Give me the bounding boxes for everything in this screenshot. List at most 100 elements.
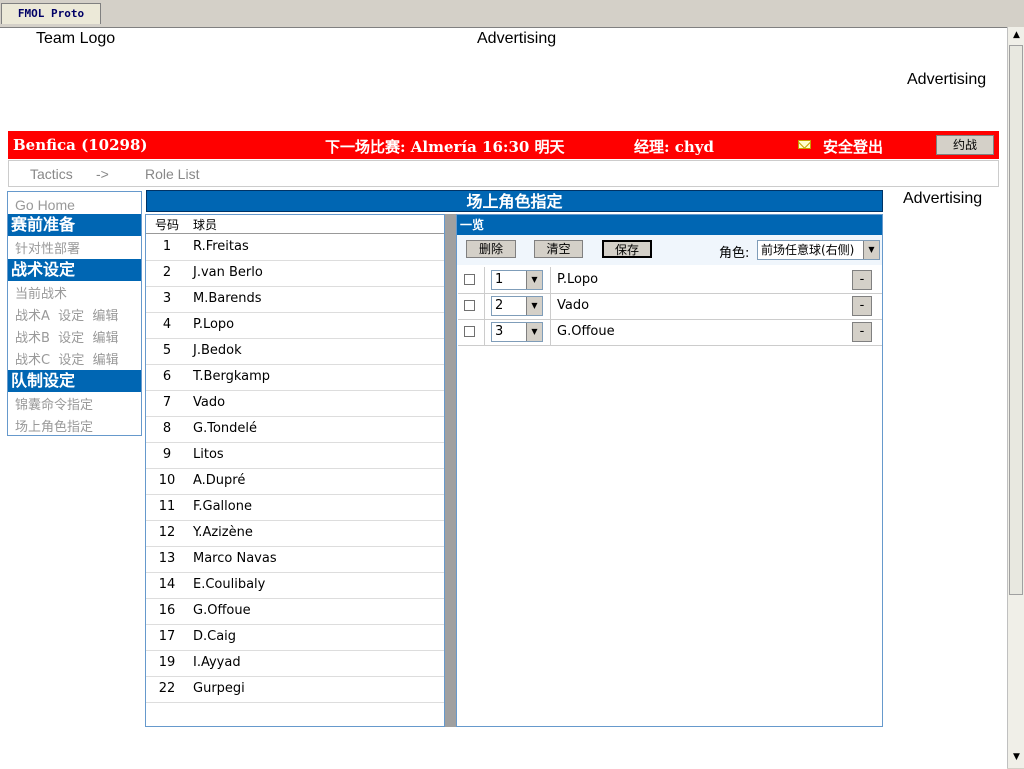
page-scrollbar[interactable]: ▲ ▼ bbox=[1007, 27, 1024, 768]
player-number: 9 bbox=[162, 447, 172, 462]
assignment-checkbox[interactable] bbox=[464, 300, 475, 311]
table-row[interactable]: 12 Y.Azizène bbox=[146, 520, 444, 547]
player-name[interactable]: J.van Berlo bbox=[193, 265, 263, 280]
chevron-down-icon[interactable]: ▼ bbox=[526, 271, 542, 289]
table-row[interactable]: 2 J.van Berlo bbox=[146, 260, 444, 287]
player-name[interactable]: F.Gallone bbox=[193, 499, 252, 514]
scroll-down-icon[interactable]: ▼ bbox=[1008, 749, 1024, 766]
table-row[interactable]: 16 G.Offoue bbox=[146, 598, 444, 625]
challenge-button[interactable]: 约战 bbox=[936, 135, 994, 155]
scroll-up-icon[interactable]: ▲ bbox=[1008, 27, 1024, 44]
player-name[interactable]: G.Tondelé bbox=[193, 421, 257, 436]
assignment-checkbox[interactable] bbox=[464, 326, 475, 337]
advertising-banner-right[interactable]: Advertising bbox=[907, 71, 986, 89]
page-content: Team Logo Advertising Advertising Benfic… bbox=[0, 27, 1007, 769]
remove-button[interactable]: - bbox=[852, 270, 872, 290]
player-name[interactable]: M.Barends bbox=[193, 291, 262, 306]
player-number: 3 bbox=[162, 291, 172, 306]
scrollbar-thumb[interactable] bbox=[1009, 45, 1023, 595]
table-row[interactable]: 5 J.Bedok bbox=[146, 338, 444, 365]
order-select[interactable]: 2 ▼ bbox=[491, 296, 543, 316]
overview-header: 一览 bbox=[457, 215, 882, 235]
assigned-player-name: Vado bbox=[557, 298, 590, 313]
table-row[interactable]: 1 R.Freitas bbox=[146, 234, 444, 261]
breadcrumb-role-list[interactable]: Role List bbox=[145, 166, 199, 182]
table-row[interactable]: 14 E.Coulibaly bbox=[146, 572, 444, 599]
player-name[interactable]: D.Caig bbox=[193, 629, 236, 644]
table-row[interactable]: 10 A.Dupré bbox=[146, 468, 444, 495]
breadcrumb-tactics[interactable]: Tactics bbox=[30, 166, 73, 182]
sidebar-item-tactic-a[interactable]: 战术A 设定 编辑 bbox=[15, 305, 118, 324]
sidebar-item-instructions[interactable]: 锦囊命令指定 bbox=[15, 394, 93, 413]
next-match-info[interactable]: 下一场比赛: Almería 16:30 明天 bbox=[325, 136, 565, 157]
player-number: 8 bbox=[162, 421, 172, 436]
order-select[interactable]: 3 ▼ bbox=[491, 322, 543, 342]
sidebar-item-roles[interactable]: 场上角色指定 bbox=[15, 416, 93, 435]
table-row[interactable]: 4 P.Lopo bbox=[146, 312, 444, 339]
sidebar-item-tactic-c[interactable]: 战术C 设定 编辑 bbox=[15, 349, 119, 368]
team-name[interactable]: Benfica (10298) bbox=[13, 136, 148, 154]
player-name[interactable]: T.Bergkamp bbox=[193, 369, 270, 384]
order-value: 1 bbox=[495, 272, 504, 287]
order-value: 2 bbox=[495, 298, 504, 313]
player-number: 11 bbox=[158, 499, 176, 514]
sidebar-item-tactic-b[interactable]: 战术B 设定 编辑 bbox=[15, 327, 118, 346]
role-select-value: 前场任意球(右侧) bbox=[761, 243, 855, 257]
role-select[interactable]: 前场任意球(右侧) ▼ bbox=[757, 240, 880, 260]
table-row[interactable]: 19 I.Ayyad bbox=[146, 650, 444, 677]
table-row[interactable]: 22 Gurpegi bbox=[146, 676, 444, 703]
logout-link[interactable]: 安全登出 bbox=[823, 136, 883, 157]
advertising-side[interactable]: Advertising bbox=[903, 190, 982, 208]
player-name[interactable]: I.Ayyad bbox=[193, 655, 241, 670]
player-name[interactable]: R.Freitas bbox=[193, 239, 249, 254]
table-row[interactable]: 8 G.Tondelé bbox=[146, 416, 444, 443]
assignment-checkbox[interactable] bbox=[464, 274, 475, 285]
sidebar-item-current-tactic[interactable]: 当前战术 bbox=[15, 283, 67, 302]
sidebar-section-squad: 队制设定 bbox=[8, 370, 141, 392]
divider bbox=[550, 319, 551, 345]
browser-tab[interactable]: FMOL Proto bbox=[1, 3, 101, 24]
mail-icon[interactable] bbox=[798, 140, 811, 149]
divider bbox=[550, 293, 551, 319]
table-row[interactable]: 7 Vado bbox=[146, 390, 444, 417]
player-number: 22 bbox=[158, 681, 176, 696]
order-select[interactable]: 1 ▼ bbox=[491, 270, 543, 290]
remove-button[interactable]: - bbox=[852, 322, 872, 342]
assignment-row: 1 ▼ P.Lopo - bbox=[458, 267, 882, 294]
player-name[interactable]: Litos bbox=[193, 447, 224, 462]
table-row[interactable]: 17 D.Caig bbox=[146, 624, 444, 651]
chevron-down-icon[interactable]: ▼ bbox=[863, 241, 879, 259]
table-row[interactable]: 11 F.Gallone bbox=[146, 494, 444, 521]
column-player: 球员 bbox=[193, 218, 218, 232]
player-number: 19 bbox=[158, 655, 176, 670]
assignment-row: 3 ▼ G.Offoue - bbox=[458, 319, 882, 346]
sidebar-go-home[interactable]: Go Home bbox=[15, 197, 75, 213]
delete-button[interactable]: 删除 bbox=[466, 240, 516, 258]
save-button[interactable]: 保存 bbox=[602, 240, 652, 258]
player-name[interactable]: A.Dupré bbox=[193, 473, 245, 488]
player-name[interactable]: P.Lopo bbox=[193, 317, 234, 332]
assigned-player-name: G.Offoue bbox=[557, 324, 615, 339]
table-row[interactable]: 3 M.Barends bbox=[146, 286, 444, 313]
player-name[interactable]: Gurpegi bbox=[193, 681, 245, 696]
table-row[interactable]: 13 Marco Navas bbox=[146, 546, 444, 573]
table-row[interactable]: 9 Litos bbox=[146, 442, 444, 469]
player-name[interactable]: E.Coulibaly bbox=[193, 577, 265, 592]
player-name[interactable]: Vado bbox=[193, 395, 225, 410]
player-name[interactable]: Marco Navas bbox=[193, 551, 277, 566]
player-number: 12 bbox=[158, 525, 176, 540]
player-number: 17 bbox=[158, 629, 176, 644]
advertising-banner-top[interactable]: Advertising bbox=[477, 30, 556, 48]
divider bbox=[550, 267, 551, 293]
player-name[interactable]: J.Bedok bbox=[193, 343, 242, 358]
player-number: 16 bbox=[158, 603, 176, 618]
player-name[interactable]: Y.Azizène bbox=[193, 525, 253, 540]
sidebar-item-targeted-deployment[interactable]: 针对性部署 bbox=[15, 238, 80, 257]
table-row[interactable]: 6 T.Bergkamp bbox=[146, 364, 444, 391]
player-name[interactable]: G.Offoue bbox=[193, 603, 251, 618]
remove-button[interactable]: - bbox=[852, 296, 872, 316]
chevron-down-icon[interactable]: ▼ bbox=[526, 323, 542, 341]
chevron-down-icon[interactable]: ▼ bbox=[526, 297, 542, 315]
player-number: 2 bbox=[162, 265, 172, 280]
clear-button[interactable]: 清空 bbox=[534, 240, 583, 258]
